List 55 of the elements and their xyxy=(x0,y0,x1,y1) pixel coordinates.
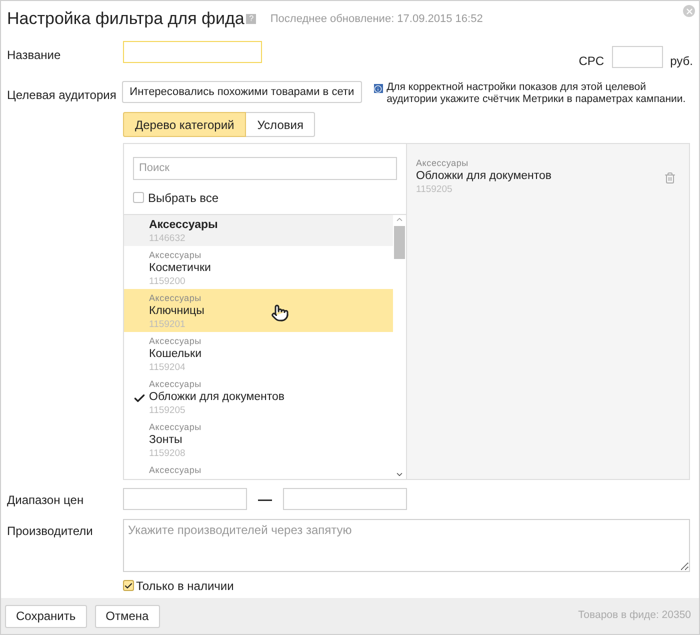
field-label: Целевая аудитория xyxy=(7,88,116,102)
price-from-input[interactable] xyxy=(123,488,247,510)
items-count: Товаров в фиде: 20350 xyxy=(578,608,691,624)
range-separator: — xyxy=(258,490,272,509)
category-name: Обложки для документов xyxy=(149,390,284,404)
audience-select[interactable]: Интересовались похожими товарами в сети xyxy=(122,81,362,103)
category-name: Обложки для документов xyxy=(416,169,552,183)
category-id: 1159200 xyxy=(149,275,186,289)
scrollbar-thumb[interactable] xyxy=(394,226,405,259)
category-id: 1159205 xyxy=(149,404,186,418)
audience-notice: Для корректной настройки показов для этой целевой аудитории укажите счётчик Метрики в параметрах кампании. xyxy=(386,81,687,105)
category-id: 1159204 xyxy=(149,361,186,375)
dialog-title: Настройка фильтра для фида xyxy=(7,8,244,30)
check-icon xyxy=(133,392,146,405)
category-id: 1159208 xyxy=(149,447,186,461)
category-id: 1159205 xyxy=(416,183,454,197)
name-input[interactable] xyxy=(123,41,262,63)
parent-category: Аксессуары xyxy=(149,379,202,390)
checkbox[interactable] xyxy=(133,192,144,203)
category-name: Косметички xyxy=(149,261,211,275)
search-input[interactable]: Поиск xyxy=(133,156,397,180)
parent-category: Аксессуары xyxy=(149,336,202,347)
scroll-down-icon[interactable] xyxy=(395,470,404,479)
checkbox[interactable] xyxy=(123,580,134,591)
parent-category: Аксессуары xyxy=(149,422,202,433)
scroll-up-icon[interactable] xyxy=(395,215,404,224)
checkbox-label: Выбрать все xyxy=(148,190,219,206)
category-name: Зонты xyxy=(149,433,182,447)
trash-icon[interactable] xyxy=(664,172,676,184)
price-to-input[interactable] xyxy=(283,488,407,510)
field-label: Название xyxy=(7,48,61,62)
tab[interactable]: Дерево категорий xyxy=(123,112,246,137)
dialog-button[interactable]: Отмена xyxy=(94,604,160,628)
category-name: Аксессуары xyxy=(149,218,218,232)
hand-cursor-icon xyxy=(271,304,289,322)
field-label: Диапазон цен xyxy=(7,493,84,507)
cpc-label: CPC xyxy=(578,53,604,70)
category-name: Ключницы xyxy=(149,304,204,318)
category-name: Кошельки xyxy=(149,347,202,361)
tab[interactable]: Условия xyxy=(246,112,316,137)
currency-label: руб. xyxy=(670,53,693,70)
category-id: 1159201 xyxy=(149,318,186,332)
checkbox-label: Только в наличии xyxy=(136,578,234,594)
category-item[interactable]: Аксессуары Ключницы 1159201 xyxy=(124,289,393,332)
field-label: Производители xyxy=(7,524,93,538)
parent-category: Аксессуары xyxy=(149,293,202,304)
info-icon xyxy=(374,84,383,93)
parent-category: Аксессуары xyxy=(149,250,202,261)
parent-category: Аксессуары xyxy=(416,158,470,169)
last-update-text: Последнее обновление: 17.09.2015 16:52 xyxy=(270,12,483,27)
parent-category: Аксессуары xyxy=(149,465,202,476)
dialog-button[interactable]: Сохранить xyxy=(5,604,87,628)
close-icon[interactable] xyxy=(683,5,695,17)
vendors-textarea[interactable]: Укажите производителей через запятую xyxy=(123,519,690,572)
cpc-input[interactable] xyxy=(612,46,664,68)
